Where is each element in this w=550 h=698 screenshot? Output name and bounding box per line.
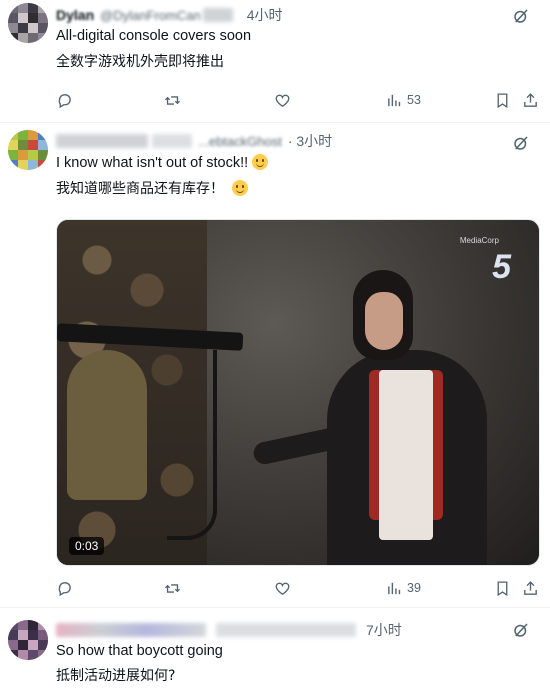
views-count: 39 bbox=[407, 581, 421, 595]
reply-button[interactable] bbox=[56, 578, 73, 598]
share-icon bbox=[524, 92, 537, 107]
channel-logo: 5 bbox=[492, 248, 511, 286]
smile-emoji-icon bbox=[232, 180, 248, 196]
display-name-redacted[interactable] bbox=[56, 623, 206, 637]
grok-icon[interactable] bbox=[512, 7, 530, 25]
post-text-en: So how that boycott going bbox=[56, 643, 223, 659]
share-icon bbox=[524, 580, 537, 595]
post-text-cn: 我知道哪些商品还有库存！ bbox=[56, 179, 248, 199]
like-icon bbox=[275, 94, 290, 107]
avatar[interactable] bbox=[8, 3, 48, 43]
reply-icon bbox=[58, 93, 71, 108]
post-text-cn: 抵制活动进展如何? bbox=[56, 668, 176, 684]
reply-button[interactable] bbox=[56, 90, 73, 110]
post-header: 7小时 bbox=[56, 620, 500, 640]
post-header: Dylan @DylanFromCan 4小时 bbox=[56, 5, 500, 25]
post-text-en-content: I know what isn't out of stock!! bbox=[56, 155, 249, 171]
share-button[interactable] bbox=[522, 578, 539, 598]
repost-button[interactable] bbox=[164, 90, 181, 110]
channel-logo-tag: MediaCorp bbox=[459, 236, 499, 245]
video-player[interactable]: MediaCorp 5 0:03 bbox=[56, 219, 540, 566]
video-duration-badge: 0:03 bbox=[69, 537, 105, 555]
post-actions: 39 bbox=[56, 578, 537, 598]
views-icon bbox=[388, 582, 401, 594]
avatar[interactable] bbox=[8, 130, 48, 170]
post-actions: 53 bbox=[56, 90, 537, 110]
reply-icon bbox=[58, 581, 71, 596]
like-button[interactable] bbox=[274, 90, 291, 110]
video-soldier-figure bbox=[67, 350, 147, 500]
smile-emoji-icon bbox=[252, 154, 269, 170]
post-text-en: All-digital console covers soon bbox=[56, 28, 252, 44]
bookmark-icon bbox=[497, 580, 508, 596]
video-performer-shirt bbox=[379, 370, 433, 540]
grok-icon[interactable] bbox=[512, 621, 530, 639]
display-name-redacted[interactable] bbox=[56, 134, 148, 148]
repost-button[interactable] bbox=[164, 578, 181, 598]
like-button[interactable] bbox=[274, 578, 291, 598]
post-time[interactable]: · 3小时 bbox=[288, 131, 332, 151]
handle-redaction bbox=[202, 8, 233, 22]
views-button[interactable]: 39 bbox=[386, 578, 421, 598]
display-name[interactable]: Dylan bbox=[56, 7, 94, 23]
post-1[interactable]: Dylan @DylanFromCan 4小时 All-digital cons… bbox=[0, 0, 550, 122]
views-button[interactable]: 53 bbox=[386, 90, 421, 110]
grok-icon[interactable] bbox=[512, 134, 530, 152]
handle[interactable]: @DylanFromCan bbox=[100, 8, 201, 23]
post-text-en: I know what isn't out of stock!! bbox=[56, 153, 269, 173]
views-icon bbox=[388, 94, 401, 106]
bookmark-icon bbox=[497, 92, 508, 108]
handle[interactable]: ...ebtackGhost bbox=[198, 134, 282, 149]
bookmark-button[interactable] bbox=[494, 578, 511, 598]
post-3[interactable]: 7小时 So how that boycott going 抵制活动进展如何? bbox=[0, 608, 550, 698]
repost-icon bbox=[164, 95, 181, 105]
display-name-redacted-2 bbox=[152, 134, 192, 148]
avatar[interactable] bbox=[8, 620, 48, 660]
video-rifle-strap bbox=[167, 350, 217, 540]
post-text-cn: 全数字游戏机外壳即将推出 bbox=[56, 54, 224, 70]
views-count: 53 bbox=[407, 93, 421, 107]
bookmark-button[interactable] bbox=[494, 90, 511, 110]
post-time[interactable]: 7小时 bbox=[366, 620, 402, 640]
video-performer-face bbox=[365, 292, 403, 350]
post-header: ...ebtackGhost · 3小时 bbox=[56, 131, 500, 151]
post-text-cn-content: 我知道哪些商品还有库存！ bbox=[56, 181, 224, 197]
handle-redacted[interactable] bbox=[216, 623, 356, 637]
like-icon bbox=[275, 582, 290, 595]
repost-icon bbox=[164, 583, 181, 593]
post-time[interactable]: 4小时 bbox=[247, 5, 283, 25]
share-button[interactable] bbox=[522, 90, 539, 110]
